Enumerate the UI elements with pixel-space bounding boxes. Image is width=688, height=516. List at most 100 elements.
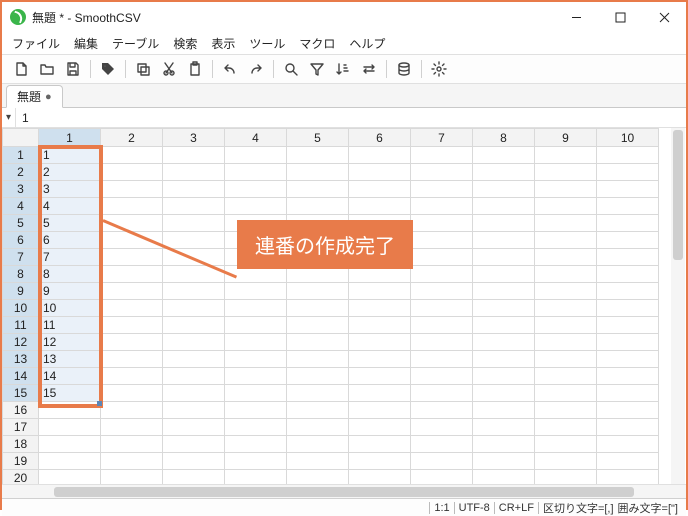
row-header[interactable]: 18 bbox=[3, 436, 39, 453]
cell[interactable] bbox=[101, 317, 163, 334]
cell[interactable] bbox=[597, 164, 659, 181]
save-icon[interactable] bbox=[60, 56, 86, 82]
cell[interactable] bbox=[287, 283, 349, 300]
cell[interactable] bbox=[411, 232, 473, 249]
cell[interactable] bbox=[163, 147, 225, 164]
cell[interactable] bbox=[473, 164, 535, 181]
cell[interactable] bbox=[225, 368, 287, 385]
cell[interactable]: 9 bbox=[39, 283, 101, 300]
cell[interactable] bbox=[163, 232, 225, 249]
fill-handle[interactable] bbox=[97, 401, 102, 406]
row-header[interactable]: 8 bbox=[3, 266, 39, 283]
cell[interactable] bbox=[101, 164, 163, 181]
cell[interactable] bbox=[473, 351, 535, 368]
cell[interactable] bbox=[101, 470, 163, 485]
row-header[interactable]: 9 bbox=[3, 283, 39, 300]
cell[interactable]: 14 bbox=[39, 368, 101, 385]
cell[interactable] bbox=[101, 436, 163, 453]
row-header[interactable]: 7 bbox=[3, 249, 39, 266]
col-header[interactable]: 9 bbox=[535, 129, 597, 147]
cell[interactable] bbox=[101, 385, 163, 402]
cell[interactable] bbox=[101, 249, 163, 266]
cell[interactable] bbox=[225, 351, 287, 368]
cell[interactable] bbox=[597, 385, 659, 402]
row-header[interactable]: 13 bbox=[3, 351, 39, 368]
filter-icon[interactable] bbox=[304, 56, 330, 82]
cell[interactable] bbox=[597, 419, 659, 436]
cell[interactable] bbox=[287, 351, 349, 368]
cell[interactable] bbox=[473, 300, 535, 317]
cell[interactable] bbox=[163, 351, 225, 368]
cell[interactable] bbox=[101, 419, 163, 436]
cell[interactable] bbox=[473, 453, 535, 470]
cell[interactable]: 11 bbox=[39, 317, 101, 334]
cell[interactable] bbox=[163, 300, 225, 317]
cell[interactable] bbox=[349, 181, 411, 198]
tag-icon[interactable] bbox=[95, 56, 121, 82]
formula-expand-icon[interactable]: ▾ bbox=[2, 108, 16, 127]
cell[interactable]: 10 bbox=[39, 300, 101, 317]
cell[interactable] bbox=[287, 419, 349, 436]
vertical-scrollbar[interactable] bbox=[671, 128, 685, 484]
cell[interactable] bbox=[287, 368, 349, 385]
row-header[interactable]: 20 bbox=[3, 470, 39, 485]
undo-icon[interactable] bbox=[217, 56, 243, 82]
cell[interactable] bbox=[163, 317, 225, 334]
cell[interactable] bbox=[101, 181, 163, 198]
cell[interactable] bbox=[597, 300, 659, 317]
row-header[interactable]: 14 bbox=[3, 368, 39, 385]
cell[interactable]: 13 bbox=[39, 351, 101, 368]
cell[interactable] bbox=[535, 164, 597, 181]
cell[interactable] bbox=[535, 436, 597, 453]
cell[interactable] bbox=[287, 147, 349, 164]
cell[interactable] bbox=[349, 436, 411, 453]
cell[interactable] bbox=[597, 453, 659, 470]
cell[interactable] bbox=[225, 181, 287, 198]
cell[interactable] bbox=[287, 334, 349, 351]
cell[interactable] bbox=[287, 300, 349, 317]
cell[interactable] bbox=[411, 300, 473, 317]
cell[interactable] bbox=[349, 198, 411, 215]
cell[interactable] bbox=[349, 300, 411, 317]
cell[interactable] bbox=[101, 368, 163, 385]
menu-table[interactable]: テーブル bbox=[106, 33, 165, 54]
row-header[interactable]: 1 bbox=[3, 147, 39, 164]
cell[interactable] bbox=[473, 249, 535, 266]
cell[interactable] bbox=[597, 181, 659, 198]
row-header[interactable]: 5 bbox=[3, 215, 39, 232]
row-header[interactable]: 6 bbox=[3, 232, 39, 249]
menu-file[interactable]: ファイル bbox=[6, 33, 66, 54]
cell[interactable] bbox=[473, 215, 535, 232]
cell[interactable] bbox=[349, 385, 411, 402]
cell[interactable] bbox=[597, 147, 659, 164]
cell[interactable]: 5 bbox=[39, 215, 101, 232]
cell[interactable] bbox=[287, 436, 349, 453]
cell[interactable] bbox=[349, 283, 411, 300]
redo-icon[interactable] bbox=[243, 56, 269, 82]
cell[interactable] bbox=[163, 283, 225, 300]
cell[interactable] bbox=[411, 470, 473, 485]
cell[interactable] bbox=[535, 334, 597, 351]
cell[interactable] bbox=[101, 283, 163, 300]
cell[interactable] bbox=[411, 147, 473, 164]
cell[interactable] bbox=[597, 368, 659, 385]
row-header[interactable]: 19 bbox=[3, 453, 39, 470]
cell[interactable]: 7 bbox=[39, 249, 101, 266]
cell[interactable] bbox=[411, 266, 473, 283]
col-header[interactable]: 6 bbox=[349, 129, 411, 147]
cell[interactable] bbox=[225, 453, 287, 470]
cell[interactable] bbox=[411, 351, 473, 368]
cell[interactable] bbox=[349, 147, 411, 164]
cell[interactable] bbox=[163, 198, 225, 215]
cell[interactable] bbox=[597, 232, 659, 249]
cell[interactable] bbox=[411, 283, 473, 300]
cell[interactable] bbox=[411, 419, 473, 436]
cell[interactable] bbox=[473, 436, 535, 453]
cell[interactable] bbox=[225, 283, 287, 300]
cell[interactable] bbox=[535, 181, 597, 198]
cell[interactable] bbox=[163, 470, 225, 485]
gear-icon[interactable] bbox=[426, 56, 452, 82]
cell[interactable] bbox=[535, 453, 597, 470]
cell[interactable] bbox=[597, 215, 659, 232]
cell[interactable] bbox=[473, 402, 535, 419]
